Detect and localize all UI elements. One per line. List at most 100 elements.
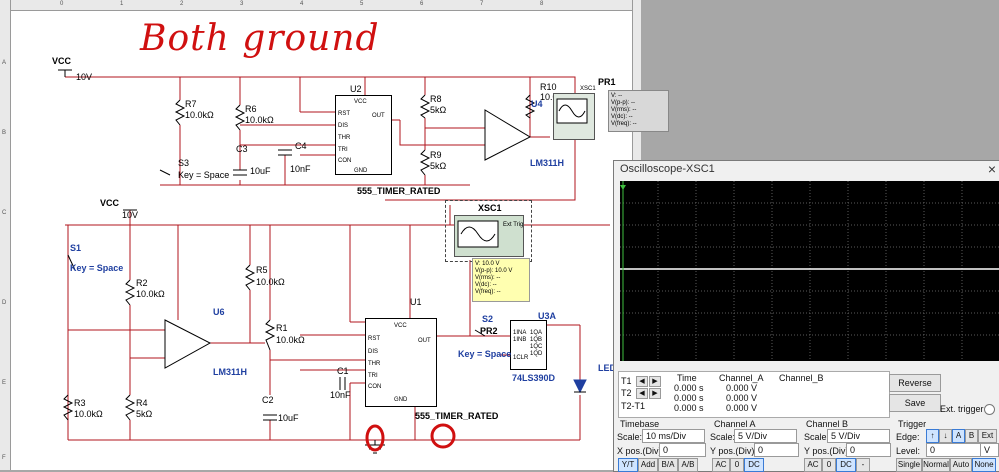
trigger-edge-label: Edge:: [896, 432, 920, 442]
sine-icon: [457, 220, 499, 248]
pin-label: GND: [354, 168, 368, 174]
readout-channel-a: 0.000 V: [726, 393, 758, 403]
close-icon[interactable]: ×: [988, 161, 996, 177]
channel-b-title: Channel B: [806, 419, 849, 429]
readout-header: Time: [677, 373, 697, 383]
u2-part: 555_TIMER_RATED: [357, 186, 441, 196]
r7-value: 10.0kΩ: [185, 110, 214, 120]
timebase-scale-label: Scale:: [617, 432, 643, 442]
u3a-counter-chip[interactable]: 1INA 1INB 1CLR 1QA 1QB 1QC 1QD: [510, 320, 547, 370]
probe-line: V(freq): --: [475, 289, 501, 295]
pin-label: VCC: [394, 323, 407, 329]
trigger-source-a-button[interactable]: A: [952, 429, 965, 443]
vcc-top-value: 10V: [76, 72, 93, 82]
pin-label: GND: [394, 397, 408, 403]
sine-icon: [556, 98, 588, 124]
trigger-source-ext-button[interactable]: Ext: [978, 429, 997, 443]
trigger-title: Trigger: [898, 419, 927, 429]
r9-ref: R9: [430, 150, 442, 160]
readout-row-label: T2: [621, 388, 632, 398]
pin-label: THR: [368, 361, 381, 367]
probe-line: V: 10.0 V: [475, 261, 500, 267]
pin-label: TRI: [368, 373, 378, 379]
channel-b-scale-field[interactable]: 5 V/Div: [827, 429, 890, 443]
timebase-xpos-field[interactable]: 0: [659, 443, 706, 457]
probe-line: V(freq): --: [611, 121, 637, 127]
ext-trig-label: Ext Trig: [503, 222, 524, 228]
u6-part: LM311H: [213, 367, 248, 377]
probe-line: V(rms): --: [475, 275, 501, 281]
probe-line: V(dc): --: [475, 282, 497, 288]
r1-ref: R1: [276, 323, 288, 333]
pin-label: RST: [338, 111, 350, 117]
c3-ref: C3: [236, 144, 248, 154]
scope-display[interactable]: [620, 181, 999, 361]
u2-ref: U2: [350, 84, 362, 94]
cursor-right-button[interactable]: ▶: [649, 376, 661, 387]
c4-ref: C4: [295, 141, 307, 151]
u2-timer-chip[interactable]: VCC RST DIS THR TRI CON OUT GND: [335, 95, 392, 175]
xsc1-selection[interactable]: XSC1 Ext Trig: [445, 200, 532, 262]
s2-key: Key = Space: [458, 349, 512, 359]
pr2-ref: PR2: [480, 326, 498, 336]
pin-label: DIS: [368, 349, 379, 355]
xsc1-symbol[interactable]: Ext Trig: [454, 215, 524, 257]
ext-trigger-label: Ext. trigger: [940, 404, 984, 414]
save-button[interactable]: Save: [889, 394, 941, 412]
probe-pr2-readout: V: 10.0 V V(p-p): 10.0 V V(rms): -- V(dc…: [472, 258, 530, 302]
pin-label: 1INB: [513, 337, 527, 343]
pin-label: RST: [368, 336, 380, 342]
u1-ref: U1: [410, 297, 422, 307]
readout-channel-a: 0.000 V: [726, 383, 758, 393]
readout-time: 0.000 s: [674, 393, 704, 403]
r9-value: 5kΩ: [430, 161, 447, 171]
s3-key: Key = Space: [178, 170, 230, 180]
trigger-level-field[interactable]: 0: [926, 443, 981, 457]
readout-header: Channel_B: [779, 373, 824, 383]
c3-value: 10uF: [250, 166, 271, 176]
oscilloscope-window[interactable]: Oscilloscope-XSC1 × Time Channel_A Chann…: [613, 160, 999, 472]
channel-b-ypos-field[interactable]: 0: [846, 443, 891, 457]
r8-ref: R8: [430, 94, 442, 104]
schematic-sheet[interactable]: 0 1 2 3 4 5 6 7 8 A B C D E F Both groun…: [0, 0, 669, 470]
r6-ref: R6: [245, 104, 257, 114]
u4-part: LM311H: [530, 158, 565, 168]
ext-trigger-terminal[interactable]: [984, 404, 995, 415]
channel-a-ypos-field[interactable]: 0: [754, 443, 799, 457]
channel-a-scale-field[interactable]: 5 V/Div: [734, 429, 797, 443]
pin-label: DIS: [338, 123, 349, 129]
channel-b-ypos-label: Y pos.(Div):: [804, 446, 851, 456]
r7-ref: R7: [185, 99, 197, 109]
r4-ref: R4: [136, 398, 148, 408]
trigger-source-b-button[interactable]: B: [965, 429, 978, 443]
pin-label: CON: [338, 158, 352, 164]
c2-value: 10uF: [278, 413, 299, 423]
trigger-level-label: Level:: [896, 446, 921, 456]
c1-ref: C1: [337, 366, 349, 376]
vcc-left-label: VCC: [100, 198, 120, 208]
trigger-rising-edge-button[interactable]: ↑: [926, 429, 939, 443]
channel-a-title: Channel A: [714, 419, 756, 429]
r6-value: 10.0kΩ: [245, 115, 274, 125]
timebase-title: Timebase: [620, 419, 660, 429]
cursor-left-button[interactable]: ◀: [636, 376, 648, 387]
u1-part: 555_TIMER_RATED: [415, 411, 499, 421]
timebase-scale-field[interactable]: 10 ms/Div: [642, 429, 705, 443]
s2-ref: S2: [482, 314, 494, 324]
r8-value: 5kΩ: [430, 105, 447, 115]
pin-label: TRI: [338, 147, 348, 153]
r2-value: 10.0kΩ: [136, 289, 165, 299]
vcc-top-label: VCC: [52, 56, 72, 66]
pin-label: OUT: [372, 113, 385, 119]
u1-timer-chip[interactable]: VCC RST DIS THR TRI CON OUT GND: [365, 318, 437, 407]
pin-label: CON: [368, 384, 382, 390]
xsc1-top-symbol[interactable]: [553, 93, 595, 140]
trigger-level-unit[interactable]: V: [980, 443, 999, 457]
cursor-left-button[interactable]: ◀: [636, 388, 648, 399]
cursor-right-button[interactable]: ▶: [649, 388, 661, 399]
scope-grid: [620, 181, 999, 361]
readout-row-label: T2-T1: [621, 401, 646, 411]
reverse-button[interactable]: Reverse: [889, 374, 941, 392]
trigger-falling-edge-button[interactable]: ↓: [939, 429, 952, 443]
pin-label: 1CLR: [513, 355, 529, 361]
